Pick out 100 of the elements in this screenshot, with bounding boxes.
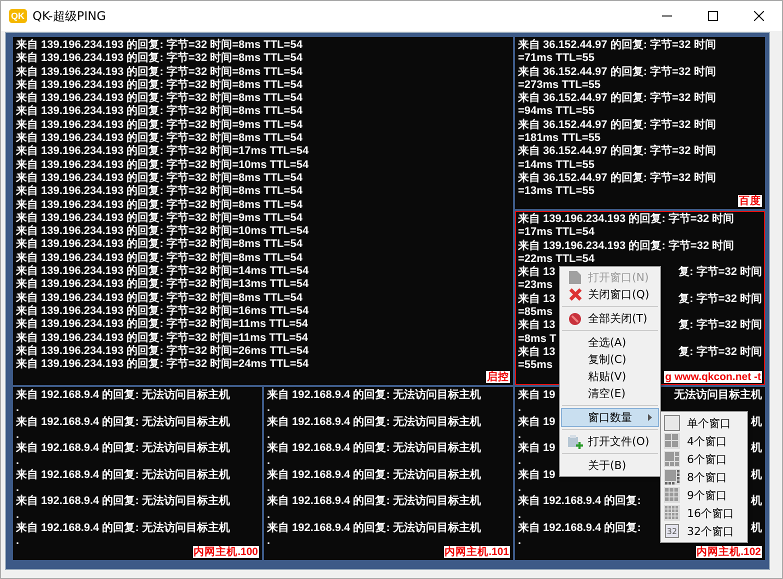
single-window-icon [664,415,680,431]
ping-reply-line: =71ms TTL=55 [518,52,594,66]
menu-item[interactable]: 8个窗口 [661,468,747,486]
ping-reply-line: 来自 139.196.234.193 的回复: 字节=32 时间=9ms TTL=54 [16,118,302,132]
menu-item[interactable]: 单个窗口 [661,414,747,432]
menu-item[interactable]: 打开文件(O) [562,433,658,450]
ping-reply-line: 来自 19 [518,442,556,456]
ping-reply-line: 来自 139.196.234.193 的回复: 字节=32 时间=8ms TTL=54 [16,238,302,252]
ping-reply-line: 无法访问目标主机 [674,389,762,402]
ping-reply-line: 来自 139.196.234.193 的回复: 字节=32 时间=8ms TTL=54 [16,252,302,264]
ping-reply-line: 来自 139.196.234.193 的回复: 字节=32 时间=8ms TTL=54 [16,39,302,52]
ping-reply-line: 来自 192.168.9.4 的回复: 无法访问目标主机 [267,495,481,509]
ping-reply-line: 来自 139.196.234.193 的回复: 字节=32 时间=8ms TTL=54 [16,172,302,184]
grid-icon [664,433,680,449]
ping-reply-line: 来自 13 [518,346,556,360]
menu-item[interactable]: 4个窗口 [661,432,747,450]
ping-reply-line: 来自 139.196.234.193 的回复: 字节=32 时间=8ms TTL=54 [16,105,302,118]
ping-reply-line: 来自 139.196.234.193 的回复: 字节=32 时间=8ms TTL=54 [16,52,302,66]
menu-item[interactable]: 关闭窗口(Q) [562,286,658,303]
menu-item[interactable]: 16个窗口 [661,504,747,522]
ping-reply-line: . [518,508,522,522]
document-icon [569,271,581,284]
menu-item[interactable]: 复制(C) [562,351,658,368]
pane-title-label: 内网主机.102 [696,546,762,558]
ping-reply-line: . [267,428,270,442]
window-title: QK-超级PING [32,8,106,24]
ping-reply-line: 来自 139.196.234.193 的回复: 字节=32 时间=11ms TTL=54 [16,332,308,344]
ping-output-pane[interactable]: 来自 192.168.9.4 的回复: 无法访问目标主机 . 来自 192.168.9.4 的回复: 无法访问目标主机 . 来自 192.168.9.4 的回复: 无法访问目标主机 . 来自 192.168.9.4 的回复: 无法访问目标主机 . 来自 192.168.9.4 的回复: 无法访问目标主机 . 来自 192.168.9.4 的回复: 无法访问目标主机 . 内网主机.101 [264,387,513,560]
ping-reply-line: 来自 139.196.234.193 的回复: 字节=32 时间=8ms TTL=54 [16,66,302,78]
ping-reply-line: 来自 13 [518,266,556,280]
ping-reply-line: 来自 192.168.9.4 的回复: 无法访问目标主机 [16,495,230,509]
ping-reply-line: 来自 139.196.234.193 的回复: 字节=32 时间=9ms TTL=54 [16,212,302,224]
ping-reply-line: 来自 192.168.9.4 的回复: [518,495,641,509]
ping-reply-line: =181ms TTL=55 [518,132,601,144]
ping-reply-line: 复: 字节=32 时间 [678,292,762,306]
ping-output-pane[interactable] [515,37,765,209]
ping-reply-line: 来自 139.196.234.193 的回复: 字节=32 时间=17ms TTL=54 [16,145,309,158]
menu-item[interactable]: 清空(E) [562,385,658,402]
ping-reply-line: . [267,455,270,468]
grid-icon [664,469,680,485]
close-icon [568,288,582,301]
ping-reply-line: 来自 36.152.44.97 的回复: 字节=32 时间 [518,66,716,79]
ping-reply-line: =55ms [518,359,553,373]
ping-reply-line: =85ms [518,306,553,318]
ping-output-pane[interactable]: 来自 192.168.9.4 的回复: 无法访问目标主机 . 来自 192.168.9.4 的回复: 无法访问目标主机 . 来自 192.168.9.4 的回复: 无法访问目标主机 . 来自 192.168.9.4 的回复: 无法访问目标主机 . 来自 192.168.9.4 的回复: 无法访问目标主机 . 来自 192.168.9.4 的回复: 无法访问目标主机 . 内网主机.100 [13,387,262,560]
ping-reply-line: 来自 192.168.9.4 的回复: 无法访问目标主机 [16,442,230,456]
number-icon: 32 [665,524,679,538]
grid-icon [664,505,680,521]
ping-reply-line: 来自 192.168.9.4 的回复: 无法访问目标主机 [267,389,481,402]
ping-reply-line: 来自 36.152.44.97 的回复: 字节=32 时间 [518,92,716,106]
submenu-arrow-icon [648,414,652,421]
ping-reply-line: =22ms TTL=54 [518,252,594,266]
menu-item[interactable]: 全部关闭(T) [562,310,658,327]
ping-reply-line: . [518,402,522,416]
ping-reply-line: 来自 139.196.234.193 的回复: 字节=32 时间=24ms TTL=54 [16,358,309,372]
ping-reply-line: . [16,535,20,549]
ping-reply-line: 来自 36.152.44.97 的回复: 字节=32 时间 [518,118,716,132]
ping-reply-line: . [267,402,270,416]
ping-reply-line: 来自 19 [518,468,556,482]
ping-reply-line: 来自 139.196.234.193 的回复: 字节=32 时间=8ms TTL=54 [16,132,302,144]
ping-reply-line: 来自 139.196.234.193 的回复: 字节=32 时间=16ms TTL=54 [16,304,309,318]
ping-reply-line: =17ms TTL=54 [518,226,594,240]
folder-add-icon [568,434,582,448]
ping-reply-line: 来自 19 [518,416,556,429]
ping-reply-line: 来自 36.152.44.97 的回复: 字节=32 时间 [518,172,716,186]
pane-title-label: 内网主机.101 [444,546,510,558]
ping-reply-line: 来自 139.196.234.193 的回复: 字节=32 时间=26ms TTL=54 [16,344,309,358]
ping-reply-line: 复: 字节=32 时间 [678,319,762,333]
ping-reply-line: =94ms TTL=55 [518,105,594,118]
ping-reply-line: 来自 139.196.234.193 的回复: 字节=32 时间=10ms TTL=54 [16,158,309,172]
menu-item[interactable]: 9个窗口 [661,486,747,504]
ping-reply-line: 来自 192.168.9.4 的回复: 无法访问目标主机 [16,416,230,429]
ping-reply-line: 机 [751,442,762,456]
ping-reply-line: 来自 192.168.9.4 的回复: 无法访问目标主机 [16,468,230,482]
menu-item[interactable]: 关于(B) [562,457,658,474]
ping-reply-line: 来自 139.196.234.193 的回复: 字节=32 时间=8ms TTL=54 [16,292,302,304]
menu-item[interactable]: 6个窗口 [661,450,747,468]
menu-item[interactable]: 粘贴(V) [562,368,658,385]
menu-item[interactable]: 窗口数量 [562,409,658,426]
ping-reply-line: =273ms TTL=55 [518,78,601,92]
close-icon [754,11,764,21]
ping-output-pane[interactable] [13,37,513,385]
ping-reply-line: . [16,428,20,442]
ping-reply-line: =8ms T [518,332,556,346]
pane-title-label: 启控 [486,371,510,383]
stop-icon [569,312,581,324]
ping-reply-line: 机 [751,522,762,536]
ping-reply-line: . [267,508,270,522]
menu-item[interactable]: 全选(A) [562,334,658,351]
pane-title-label: 百度 [738,195,762,207]
ping-reply-line: . [16,455,20,468]
ping-reply-line: 来自 13 [518,319,556,333]
ping-reply-line: 来自 36.152.44.97 的回复: 字节=32 时间 [518,39,716,52]
ping-reply-line: =14ms TTL=55 [518,158,594,172]
grid-icon [664,487,680,503]
ping-reply-line: 复: 字节=32 时间 [678,346,762,360]
ping-reply-line: 来自 192.168.9.4 的回复: 无法访问目标主机 [16,522,230,536]
ping-reply-line: 机 [751,495,762,509]
ping-reply-line: 来自 36.152.44.97 的回复: 字节=32 时间 [518,145,716,159]
menu-item[interactable]: 32 32个窗口 [661,522,747,540]
